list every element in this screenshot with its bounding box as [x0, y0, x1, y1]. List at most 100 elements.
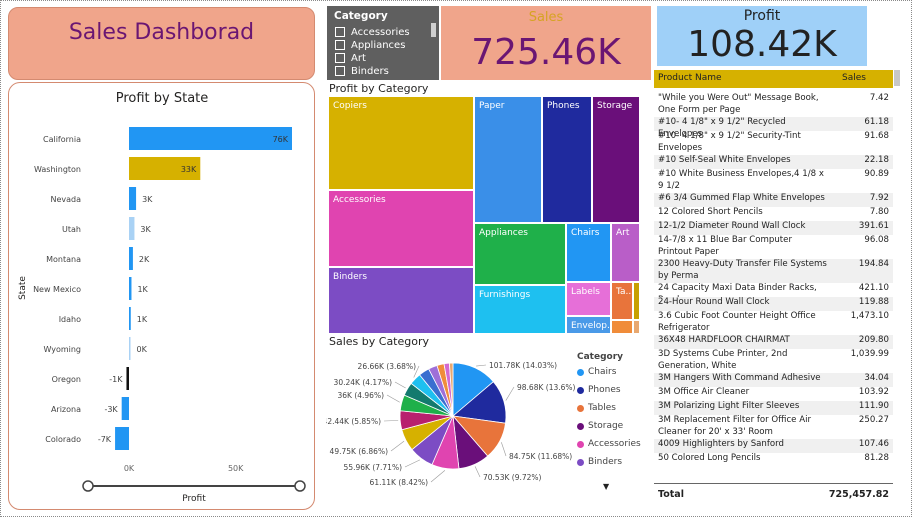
- slicer-item-art[interactable]: Art: [335, 52, 366, 64]
- checkbox-icon[interactable]: [335, 27, 345, 37]
- state-tick-label: Wyoming: [43, 345, 81, 354]
- legend-item-storage[interactable]: Storage: [577, 421, 623, 431]
- table-row[interactable]: 36X48 HARDFLOOR CHAIRMAT 209.80: [654, 335, 893, 349]
- treemap-tile-fasteners[interactable]: [611, 320, 633, 334]
- state-tick-label: Idaho: [59, 315, 81, 324]
- legend-item-tables[interactable]: Tables: [577, 403, 616, 413]
- state-bar[interactable]: [129, 247, 133, 270]
- slicer-item-accessories[interactable]: Accessories: [335, 26, 410, 38]
- product-name-cell: 12-1/2 Diameter Round Wall Clock: [658, 221, 806, 231]
- treemap-tile-supplies[interactable]: [633, 320, 640, 334]
- slicer-item-label: Binders: [351, 65, 389, 77]
- table-row[interactable]: 3M Hangers With Command Adhesive 34.04: [654, 373, 893, 387]
- table-row[interactable]: 2300 Heavy-Duty Transfer File Systems by…: [654, 259, 893, 283]
- state-bar[interactable]: [129, 127, 292, 150]
- treemap-tile-bookcases[interactable]: [633, 282, 640, 320]
- treemap-tile-appliances[interactable]: Appliances: [474, 223, 566, 285]
- table-row[interactable]: 3.6 Cubic Foot Counter Height Office Ref…: [654, 311, 893, 335]
- table-row[interactable]: #10- 4 1/8" x 9 1/2" Security-Tint Envel…: [654, 131, 893, 155]
- pie-legend-title: Category: [577, 352, 624, 362]
- legend-item-phones[interactable]: Phones: [577, 385, 621, 395]
- table-row[interactable]: 14-7/8 x 11 Blue Bar Computer Printout P…: [654, 235, 893, 259]
- treemap-tile-storage[interactable]: Storage: [592, 96, 640, 223]
- pie-leader-line: [474, 466, 481, 478]
- slicer-scrollbar[interactable]: [431, 23, 436, 37]
- legend-label: Chairs: [588, 367, 617, 377]
- legend-item-accessories[interactable]: Accessories: [577, 439, 641, 449]
- state-bar[interactable]: [115, 427, 129, 450]
- column-header-sales[interactable]: Sales: [842, 73, 866, 83]
- table-scrollbar[interactable]: [894, 70, 900, 86]
- treemap-tile-chairs[interactable]: Chairs: [566, 223, 611, 282]
- table-row[interactable]: #6 3/4 Gummed Flap White Envelopes 7.92: [654, 193, 893, 207]
- state-bar[interactable]: [129, 187, 137, 210]
- table-row[interactable]: 3M Replacement Filter for Office Air Cle…: [654, 415, 893, 439]
- legend-label: Storage: [588, 421, 624, 431]
- table-row[interactable]: 50 Colored Long Pencils 81.28: [654, 453, 893, 467]
- table-row[interactable]: 12-1/2 Diameter Round Wall Clock 391.61: [654, 221, 893, 235]
- sales-cell: 1,473.10: [850, 311, 889, 321]
- legend-item-binders[interactable]: Binders: [577, 457, 622, 467]
- checkbox-icon[interactable]: [335, 53, 345, 63]
- table-row[interactable]: 24-Hour Round Wall Clock 119.88: [654, 297, 893, 311]
- state-bar[interactable]: [129, 217, 135, 240]
- column-header-product-name[interactable]: Product Name: [658, 73, 722, 83]
- treemap-tile-accessories[interactable]: Accessories: [328, 190, 474, 267]
- slicer-item-appliances[interactable]: Appliances: [335, 39, 405, 51]
- treemap-tile-furnishings[interactable]: Furnishings: [474, 285, 566, 334]
- legend-marker-icon: [577, 386, 584, 394]
- bar-data-label: 1K: [137, 315, 148, 324]
- treemap-tile-art[interactable]: Art: [611, 223, 640, 282]
- table-row[interactable]: 3M Polarizing Light Filter Sleeves 111.90: [654, 401, 893, 415]
- treemap-tile-phones[interactable]: Phones: [542, 96, 592, 223]
- range-slider-max-handle[interactable]: [294, 480, 306, 492]
- product-name-cell: 3D Systems Cube Printer, 2nd Generation,…: [658, 349, 788, 371]
- treemap-tile-labels[interactable]: Labels: [566, 282, 611, 316]
- product-name-cell: 4009 Highlighters by Sanford: [658, 439, 784, 449]
- state-bar[interactable]: [129, 307, 131, 330]
- table-row[interactable]: 3M Office Air Cleaner 103.92: [654, 387, 893, 401]
- table-total-row: Total 725,457.82: [654, 483, 893, 504]
- table-row[interactable]: 3D Systems Cube Printer, 2nd Generation,…: [654, 349, 893, 373]
- legend-scroll-down-icon[interactable]: ▼: [603, 482, 609, 491]
- pie-data-label: 98.68K (13.6%): [517, 383, 576, 392]
- treemap-tile-envelopes[interactable]: Envelop...: [566, 316, 611, 334]
- state-tick-label: Nevada: [50, 195, 81, 204]
- table-row[interactable]: #10- 4 1/8" x 9 1/2" Recycled Envelopes 6…: [654, 117, 893, 139]
- state-bar[interactable]: [129, 277, 132, 300]
- state-bar[interactable]: [126, 367, 129, 390]
- state-bar[interactable]: [121, 397, 129, 420]
- product-name-cell: 2300 Heavy-Duty Transfer File Systems by…: [658, 259, 827, 281]
- treemap-tile-copiers[interactable]: Copiers: [328, 96, 474, 190]
- pie-data-label: 84.75K (11.68%): [509, 452, 572, 461]
- slicer-item-label: Art: [351, 52, 366, 64]
- pie-leader-line: [390, 440, 405, 452]
- pie-data-label: 42.44K (5.85%): [326, 417, 381, 426]
- table-row[interactable]: 12 Colored Short Pencils 7.80: [654, 207, 893, 221]
- table-row[interactable]: "While you Were Out" Message Book, One F…: [654, 93, 893, 117]
- product-name-cell: #10 White Business Envelopes,4 1/8 x 9 1…: [658, 169, 824, 191]
- pie-leader-line: [505, 386, 515, 401]
- checkbox-icon[interactable]: [335, 66, 345, 76]
- category-slicer[interactable]: Category Accessories Appliances Art Bind…: [327, 6, 439, 80]
- bar-data-label: 2K: [139, 255, 150, 264]
- table-row[interactable]: #10 Self-Seal White Envelopes 22.18: [654, 155, 893, 169]
- table-row[interactable]: 24 Capacity Maxi Data Binder Racks, Pear…: [654, 283, 893, 305]
- legend-item-chairs[interactable]: Chairs: [577, 367, 616, 377]
- checkbox-icon[interactable]: [335, 40, 345, 50]
- state-tick-label: Colorado: [45, 435, 81, 444]
- product-name-cell: 12 Colored Short Pencils: [658, 207, 763, 217]
- bar-data-label: 0K: [137, 345, 148, 354]
- table-row[interactable]: 4009 Highlighters by Sanford 107.46: [654, 439, 893, 453]
- treemap-tile-binders[interactable]: Binders: [328, 267, 474, 334]
- legend-marker-icon: [577, 440, 584, 448]
- profit-by-category-treemap: Copiers Accessories Binders Paper Phones Stor…: [328, 96, 640, 334]
- slicer-item-label: Accessories: [351, 26, 410, 38]
- range-slider-min-handle[interactable]: [82, 480, 94, 492]
- sales-cell: 107.46: [858, 439, 889, 449]
- state-bar[interactable]: [129, 337, 131, 360]
- treemap-tile-tables[interactable]: Ta...: [611, 282, 633, 320]
- treemap-tile-paper[interactable]: Paper: [474, 96, 542, 223]
- slicer-item-binders[interactable]: Binders: [335, 65, 389, 77]
- table-row[interactable]: #10 White Business Envelopes,4 1/8 x 9 1…: [654, 169, 893, 193]
